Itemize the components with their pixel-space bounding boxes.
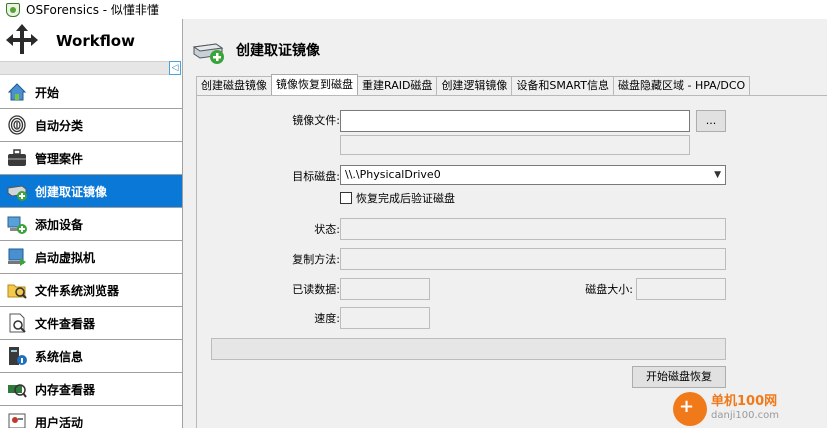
sidebar-item-file-viewer[interactable]: 文件查看器 [0, 307, 183, 340]
tab-hidden-areas[interactable]: 磁盘隐藏区域 - HPA/DCO [613, 76, 751, 95]
drive-add-icon [6, 180, 28, 202]
sidebar-item-label: 启动虚拟机 [35, 250, 96, 265]
memory-viewer-icon [6, 378, 28, 400]
target-disk-select[interactable]: \\.\PhysicalDrive0 ▼ [340, 165, 726, 185]
drive-add-icon [192, 35, 226, 65]
home-icon [6, 81, 28, 103]
status-field [340, 218, 726, 240]
copy-method-field [340, 248, 726, 270]
sidebar-item-label: 内存查看器 [35, 382, 96, 397]
tab-create-logical-image[interactable]: 创建逻辑镜像 [436, 76, 513, 95]
speed-field [340, 307, 430, 329]
fingerprint-icon [6, 114, 28, 136]
data-read-label: 已读数据: [292, 283, 340, 296]
user-activity-icon [6, 411, 28, 428]
verify-checkbox[interactable]: 恢复完成后验证磁盘 [340, 190, 455, 206]
restore-tab-panel: 镜像文件: ... 目标磁盘: \\.\PhysicalDrive0 ▼ 恢复完… [196, 95, 827, 428]
workflow-arrows-icon [4, 21, 44, 61]
image-file-input[interactable] [340, 110, 690, 132]
sidebar-item-label: 系统信息 [35, 349, 84, 364]
workflow-header[interactable]: Workflow [0, 19, 182, 63]
copy-method-label: 复制方法: [292, 253, 340, 266]
watermark-url: danji100.com [711, 410, 779, 421]
watermark: 单机100网 danji100.com [673, 390, 823, 428]
window-title: OSForensics - 似懂非懂 [26, 3, 159, 17]
sidebar-item-label: 自动分类 [35, 118, 84, 133]
tab-device-smart-info[interactable]: 设备和SMART信息 [511, 76, 614, 95]
image-info-field [340, 135, 690, 155]
page-title: 创建取证镜像 [236, 43, 320, 59]
disk-size-field [636, 278, 726, 300]
sidebar-item-user-activity[interactable]: 用户活动 [0, 406, 183, 428]
vm-icon [6, 246, 28, 268]
add-device-icon [6, 213, 28, 235]
sidebar-item-label: 文件查看器 [35, 316, 96, 331]
browse-button[interactable]: ... [696, 110, 726, 132]
watermark-logo-icon [673, 392, 707, 426]
watermark-text: 单机100网 danji100.com [711, 395, 779, 423]
title-bar: OSForensics - 似懂非懂 [0, 0, 827, 19]
disk-size-label: 磁盘大小: [585, 283, 633, 296]
file-viewer-icon [6, 312, 28, 334]
verify-label: 恢复完成后验证磁盘 [356, 192, 455, 205]
sidebar-scrollbar[interactable]: ◁ [0, 61, 181, 75]
workflow-title: Workflow [56, 32, 135, 50]
checkbox-box[interactable] [340, 192, 352, 204]
status-label: 状态: [314, 223, 340, 236]
app-shield-icon [6, 2, 20, 17]
sidebar-item-memory-viewer[interactable]: 内存查看器 [0, 373, 183, 406]
sidebar-item-start-vm[interactable]: 启动虚拟机 [0, 241, 183, 274]
sidebar-item-label: 添加设备 [35, 217, 84, 232]
tab-rebuild-raid[interactable]: 重建RAID磁盘 [357, 76, 438, 95]
tab-create-disk-image[interactable]: 创建磁盘镜像 [196, 76, 272, 95]
chevron-down-icon: ▼ [714, 170, 721, 180]
target-disk-value: \\.\PhysicalDrive0 [345, 168, 441, 181]
scroll-left-arrow-icon[interactable]: ◁ [169, 61, 181, 75]
sidebar-item-file-system-browser[interactable]: 文件系统浏览器 [0, 274, 183, 307]
workflow-sidebar: Workflow ◁ 开始 自动分类 管理案件 创建取证镜像 添加设备 启动虚拟… [0, 19, 183, 428]
watermark-title: 单机100网 [711, 394, 778, 409]
sidebar-item-start[interactable]: 开始 [0, 76, 183, 109]
sidebar-item-add-device[interactable]: 添加设备 [0, 208, 183, 241]
sidebar-item-label: 文件系统浏览器 [35, 283, 120, 298]
folder-browser-icon [6, 279, 28, 301]
sidebar-item-label: 创建取证镜像 [35, 184, 108, 199]
restore-progress-bar [211, 338, 726, 360]
system-info-icon [6, 345, 28, 367]
image-file-label: 镜像文件: [292, 114, 340, 127]
page-header: 创建取证镜像 [192, 35, 320, 65]
tab-bar: 创建磁盘镜像 镜像恢复到磁盘 重建RAID磁盘 创建逻辑镜像 设备和SMART信… [196, 74, 751, 95]
sidebar-item-label: 管理案件 [35, 151, 84, 166]
target-disk-label: 目标磁盘: [292, 170, 340, 183]
sidebar-item-label: 用户活动 [35, 415, 84, 428]
briefcase-icon [6, 147, 28, 169]
main-panel: 创建取证镜像 创建磁盘镜像 镜像恢复到磁盘 重建RAID磁盘 创建逻辑镜像 设备… [184, 19, 827, 428]
start-disk-restore-button[interactable]: 开始磁盘恢复 [632, 366, 726, 388]
sidebar-item-create-forensic-image[interactable]: 创建取证镜像 [0, 175, 183, 208]
sidebar-item-manage-case[interactable]: 管理案件 [0, 142, 183, 175]
sidebar-list: 开始 自动分类 管理案件 创建取证镜像 添加设备 启动虚拟机 文件系统浏览器 文… [0, 76, 183, 428]
sidebar-item-label: 开始 [35, 85, 60, 100]
sidebar-item-system-info[interactable]: 系统信息 [0, 340, 183, 373]
tab-restore-image-to-disk[interactable]: 镜像恢复到磁盘 [271, 74, 358, 95]
speed-label: 速度: [314, 312, 340, 325]
data-read-field [340, 278, 430, 300]
sidebar-item-auto-triage[interactable]: 自动分类 [0, 109, 183, 142]
